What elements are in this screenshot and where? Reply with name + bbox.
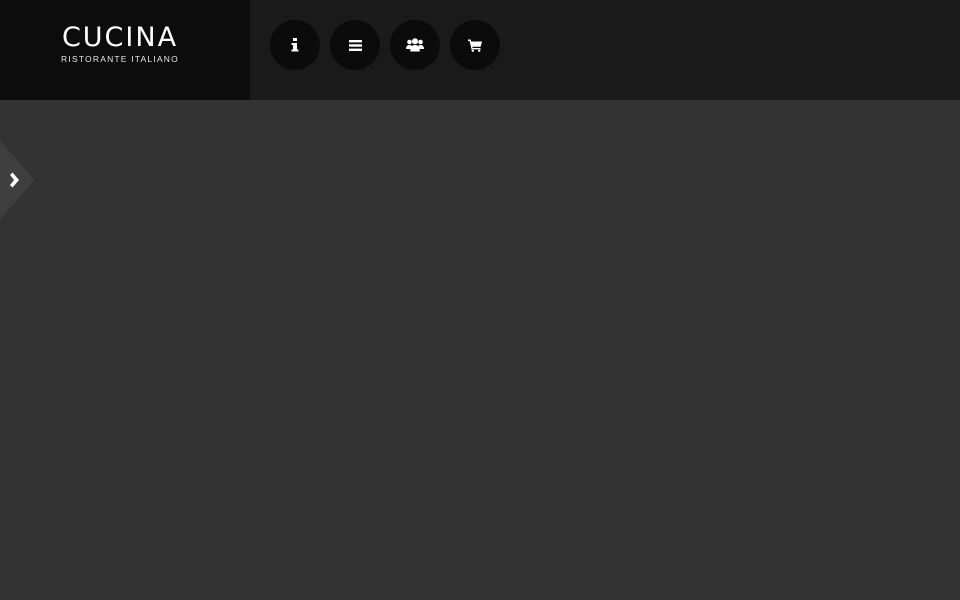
cart-icon (468, 39, 482, 52)
logo[interactable]: CUCINA RISTORANTE ITALIANO (0, 0, 250, 100)
menu-button[interactable] (330, 20, 380, 70)
users-icon (406, 38, 424, 52)
info-button[interactable] (270, 20, 320, 70)
site-header: CUCINA RISTORANTE ITALIANO (0, 0, 960, 100)
main-nav (270, 20, 500, 70)
brand-subtitle: RISTORANTE ITALIANO (61, 54, 179, 64)
sidebar-toggle-button[interactable] (0, 140, 36, 220)
users-button[interactable] (390, 20, 440, 70)
cart-button[interactable] (450, 20, 500, 70)
info-icon (291, 38, 299, 52)
main-content (0, 100, 960, 600)
menu-icon (348, 39, 362, 51)
brand-title: CUCINA (61, 22, 179, 53)
